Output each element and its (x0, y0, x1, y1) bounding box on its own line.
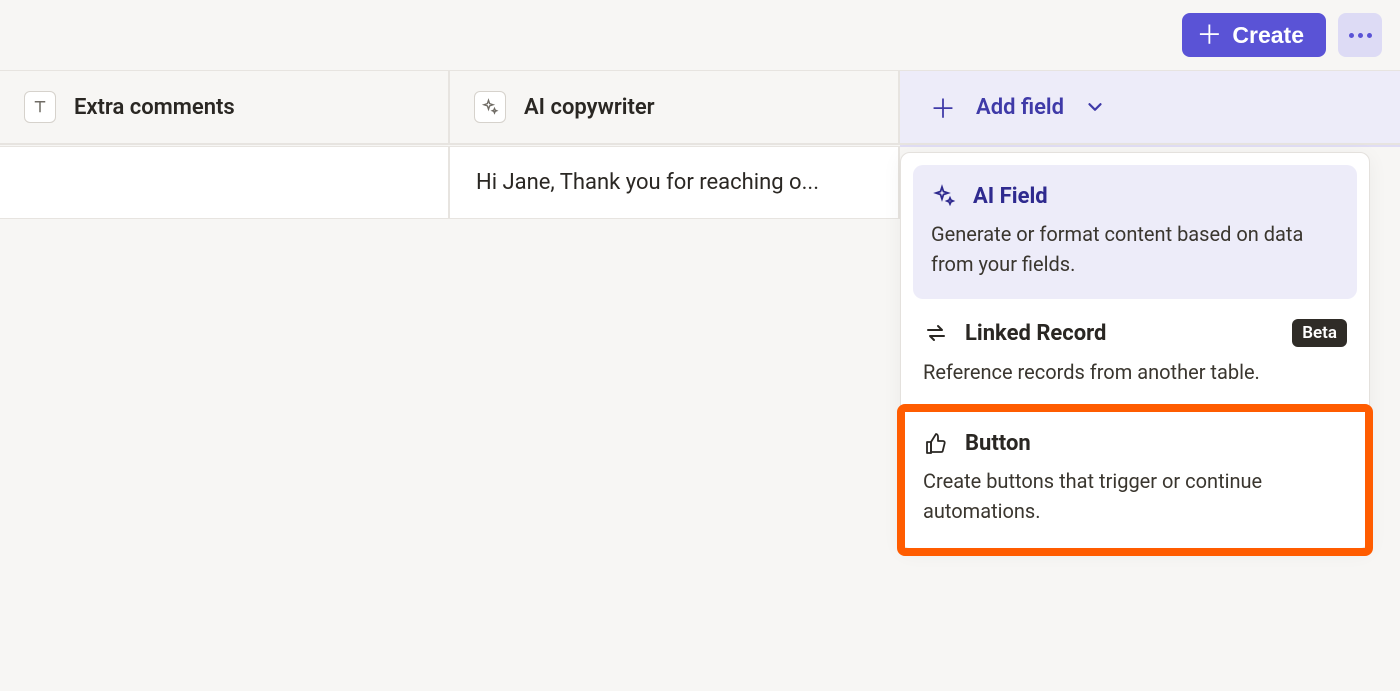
text-type-icon (24, 91, 56, 123)
cell-extra-comments[interactable] (0, 147, 450, 219)
column-extra-comments[interactable]: Extra comments (0, 70, 450, 147)
dot-icon (1358, 33, 1363, 38)
add-field-label: Add field (976, 95, 1064, 120)
field-option-title: Linked Record (965, 321, 1106, 346)
plus-icon: ＋ (930, 89, 956, 126)
plus-icon: ＋ (1196, 22, 1222, 48)
chevron-down-icon (1084, 96, 1106, 118)
top-toolbar: ＋ Create (0, 0, 1400, 70)
column-label: AI copywriter (524, 95, 655, 120)
dot-icon (1367, 33, 1372, 38)
create-button-label: Create (1232, 22, 1304, 49)
field-option-title: Button (965, 431, 1031, 456)
column-label: Extra comments (74, 95, 235, 120)
add-field-dropdown: AI Field Generate or format content base… (900, 152, 1370, 549)
table-header-row: Extra comments AI copywriter ＋ Add field (0, 70, 1400, 147)
create-button[interactable]: ＋ Create (1182, 13, 1326, 57)
beta-badge: Beta (1292, 319, 1347, 347)
sparkle-icon (931, 183, 957, 209)
field-option-button[interactable]: Button Create buttons that trigger or co… (901, 410, 1369, 548)
cell-ai-copywriter[interactable]: Hi Jane, Thank you for reaching o... (450, 147, 900, 219)
thumbs-up-icon (923, 430, 949, 456)
field-option-title: AI Field (973, 184, 1048, 209)
field-option-linked-record[interactable]: Linked Record Beta Reference records fro… (901, 299, 1369, 409)
field-option-desc: Reference records from another table. (923, 357, 1347, 387)
dot-icon (1349, 33, 1354, 38)
column-ai-copywriter[interactable]: AI copywriter (450, 70, 900, 147)
swap-arrows-icon (923, 320, 949, 346)
more-menu-button[interactable] (1338, 13, 1382, 57)
field-option-desc: Generate or format content based on data… (931, 219, 1339, 279)
add-field-column[interactable]: ＋ Add field (900, 70, 1400, 147)
field-option-ai-field[interactable]: AI Field Generate or format content base… (913, 165, 1357, 299)
field-option-desc: Create buttons that trigger or continue … (923, 466, 1347, 526)
sparkle-icon (474, 91, 506, 123)
